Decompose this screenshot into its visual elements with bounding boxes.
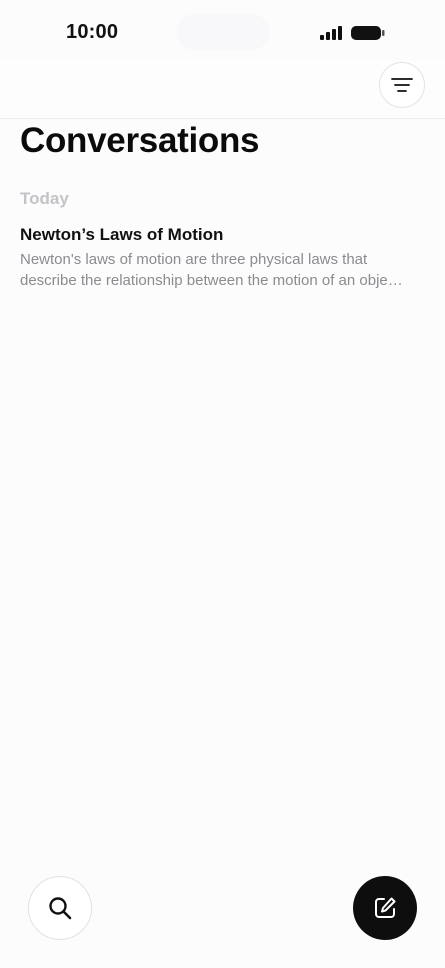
compose-button[interactable] [353,876,417,940]
page-title: Conversations [20,121,260,160]
conversation-title: Newton’s Laws of Motion [20,225,224,244]
dynamic-island [176,14,270,50]
conversation-preview: Newton's laws of motion are three physic… [20,251,403,289]
status-bar: 10:00 [0,0,445,60]
search-icon [49,897,72,920]
top-nav [0,60,445,119]
battery-icon [351,26,385,40]
status-time: 10:00 [66,21,119,43]
compose-icon [375,897,396,918]
section-header-today: Today [20,189,69,208]
conversation-item[interactable]: Newton’s Laws of Motion Newton's laws of… [20,223,425,291]
filter-lines-icon [391,78,413,92]
filter-button[interactable] [379,62,425,108]
cellular-signal-icon [320,26,342,40]
search-button[interactable] [28,876,92,940]
